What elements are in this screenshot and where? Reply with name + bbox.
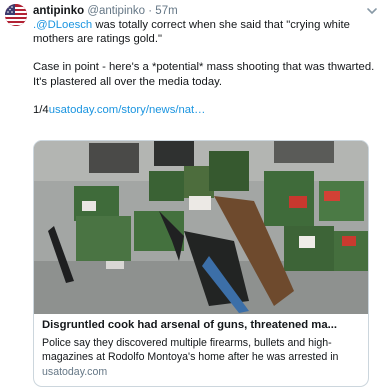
separator: ·: [148, 5, 153, 17]
american-flag-avatar-icon: [5, 4, 27, 26]
avatar[interactable]: [5, 4, 27, 26]
tweet-text-line: mothers are ratings gold.": [33, 33, 162, 46]
chevron-down-icon: [367, 8, 377, 15]
card-image[interactable]: [34, 141, 368, 314]
card-description: Police say they discovered multiple fire…: [42, 336, 364, 364]
card-description-line: magazines at Rodolfo Montoya's home afte…: [42, 351, 339, 363]
link-preview-card[interactable]: Disgruntled cook had arsenal of guns, th…: [33, 140, 369, 387]
tweet-menu-button[interactable]: [365, 4, 379, 18]
article-link[interactable]: usatoday.com/story/news/nat…: [49, 104, 206, 116]
timestamp[interactable]: 57m: [155, 5, 177, 17]
tweet-text-line: Case in point - here's a *potential* mas…: [33, 61, 375, 74]
tweet-text-line: was totally correct when she said that "…: [92, 19, 350, 31]
tweet-text: .@DLoesch was totally correct when she s…: [33, 18, 378, 117]
weapons-photo: [34, 141, 368, 314]
card-description-line: Police say they discovered multiple fire…: [42, 337, 332, 349]
card-text: Disgruntled cook had arsenal of guns, th…: [42, 318, 364, 378]
tweet-header: antipinko @antipinko · 57m: [33, 4, 178, 18]
mention-link[interactable]: .@DLoesch: [33, 19, 92, 31]
tweet-text-line: It's plastered all over the media today.: [33, 75, 223, 88]
display-name[interactable]: antipinko: [33, 5, 84, 17]
user-handle[interactable]: @antipinko: [87, 5, 145, 17]
card-title[interactable]: Disgruntled cook had arsenal of guns, th…: [42, 318, 364, 332]
thread-count: 1/4: [33, 103, 49, 116]
card-domain: usatoday.com: [42, 366, 108, 378]
